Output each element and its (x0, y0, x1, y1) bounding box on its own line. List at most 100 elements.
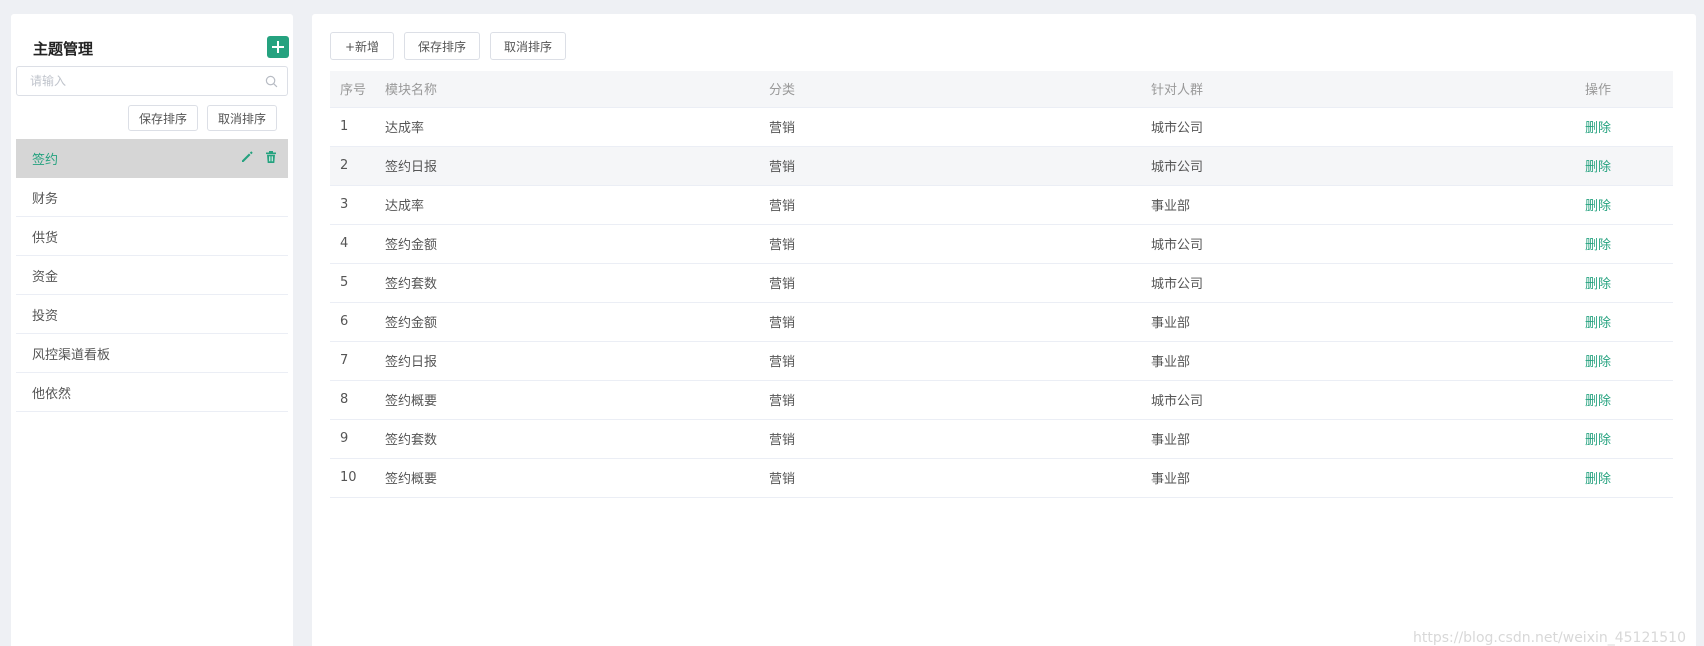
topic-item-label: 他依然 (32, 386, 72, 402)
trash-icon[interactable] (264, 150, 278, 164)
cell-name: 签约日报 (375, 341, 759, 381)
watermark: https://blog.csdn.net/weixin_45121510 (1412, 630, 1686, 646)
cell-category: 营销 (759, 146, 1141, 186)
cell-no: 6 (330, 302, 375, 342)
table-row: 8 签约概要 营销 城市公司 删除 (330, 380, 1673, 420)
plus-icon (272, 41, 284, 53)
cell-audience: 城市公司 (1141, 224, 1575, 264)
cell-audience: 事业部 (1141, 302, 1575, 342)
cell-category: 营销 (759, 458, 1141, 498)
delete-link[interactable]: 删除 (1585, 394, 1611, 409)
topic-item-label: 财务 (32, 191, 59, 207)
topic-item-risk-channel-board[interactable]: 风控渠道看板 (16, 334, 288, 373)
search-input[interactable] (17, 67, 287, 95)
cell-action: 删除 (1575, 419, 1673, 459)
topic-item-label: 资金 (32, 269, 59, 285)
cell-name: 签约套数 (375, 419, 759, 459)
cell-no: 4 (330, 224, 375, 264)
cell-category: 营销 (759, 185, 1141, 225)
sidebar-header: 主题管理 (11, 14, 293, 64)
topic-item-funds[interactable]: 资金 (16, 256, 288, 295)
cell-action: 删除 (1575, 107, 1673, 147)
add-topic-button[interactable] (267, 36, 289, 58)
delete-link[interactable]: 删除 (1585, 199, 1611, 214)
topic-item-other[interactable]: 他依然 (16, 373, 288, 412)
table-row: 4 签约金额 营销 城市公司 删除 (330, 224, 1673, 264)
delete-link[interactable]: 删除 (1585, 160, 1611, 175)
cell-no: 10 (330, 458, 375, 498)
cell-no: 2 (330, 146, 375, 186)
cell-action: 删除 (1575, 341, 1673, 381)
cell-audience: 事业部 (1141, 185, 1575, 225)
cell-name: 签约金额 (375, 302, 759, 342)
page: 主题管理 保存排序 取消排序 签约 (0, 0, 1704, 646)
cell-name: 签约金额 (375, 224, 759, 264)
delete-link[interactable]: 删除 (1585, 277, 1611, 292)
delete-link[interactable]: 删除 (1585, 355, 1611, 370)
topic-item-label: 风控渠道看板 (32, 347, 111, 363)
table-row: 5 签约套数 营销 城市公司 删除 (330, 263, 1673, 303)
column-header-action: 操作 (1575, 71, 1673, 108)
cell-no: 8 (330, 380, 375, 420)
cell-audience: 城市公司 (1141, 263, 1575, 303)
cell-name: 达成率 (375, 107, 759, 147)
cell-category: 营销 (759, 380, 1141, 420)
cancel-sort-button[interactable]: 取消排序 (490, 32, 566, 60)
save-sort-button[interactable]: 保存排序 (404, 32, 480, 60)
topic-actions (240, 150, 278, 164)
cell-category: 营销 (759, 302, 1141, 342)
topic-sidebar: 主题管理 保存排序 取消排序 签约 (11, 14, 293, 646)
table-row: 2 签约日报 营销 城市公司 删除 (330, 146, 1673, 186)
delete-link[interactable]: 删除 (1585, 238, 1611, 253)
table-row: 1 达成率 营销 城市公司 删除 (330, 107, 1673, 147)
table-row: 10 签约概要 营销 事业部 删除 (330, 458, 1673, 498)
cell-action: 删除 (1575, 146, 1673, 186)
topic-list: 签约 财务 供货 资金 投资 风控渠道看板 他依然 (16, 139, 288, 412)
cell-action: 删除 (1575, 302, 1673, 342)
topic-item-finance[interactable]: 财务 (16, 178, 288, 217)
table-row: 6 签约金额 营销 事业部 删除 (330, 302, 1673, 342)
topic-item-label: 签约 (32, 153, 59, 168)
module-table: 序号 模块名称 分类 针对人群 操作 1 达成率 营销 城市公司 删除 2 签约 (330, 71, 1673, 498)
table-header-row: 序号 模块名称 分类 针对人群 操作 (330, 71, 1673, 108)
column-header-audience: 针对人群 (1141, 71, 1575, 108)
cell-action: 删除 (1575, 380, 1673, 420)
module-panel: +新增 保存排序 取消排序 序号 模块名称 分类 针对人群 操作 1 达成率 营… (312, 14, 1696, 646)
topic-item-signing[interactable]: 签约 (16, 139, 288, 178)
cell-action: 删除 (1575, 185, 1673, 225)
cell-audience: 城市公司 (1141, 380, 1575, 420)
cell-no: 1 (330, 107, 375, 147)
topic-item-supply[interactable]: 供货 (16, 217, 288, 256)
cell-name: 签约日报 (375, 146, 759, 186)
cell-category: 营销 (759, 419, 1141, 459)
cell-audience: 城市公司 (1141, 146, 1575, 186)
cell-audience: 事业部 (1141, 419, 1575, 459)
delete-link[interactable]: 删除 (1585, 433, 1611, 448)
cell-category: 营销 (759, 224, 1141, 264)
sidebar-cancel-sort-button[interactable]: 取消排序 (207, 105, 277, 131)
column-header-category: 分类 (759, 71, 1141, 108)
cell-name: 签约套数 (375, 263, 759, 303)
cell-no: 9 (330, 419, 375, 459)
cell-category: 营销 (759, 341, 1141, 381)
cell-no: 7 (330, 341, 375, 381)
pencil-icon[interactable] (240, 150, 254, 164)
sidebar-save-sort-button[interactable]: 保存排序 (128, 105, 198, 131)
delete-link[interactable]: 删除 (1585, 472, 1611, 487)
topic-item-label: 供货 (32, 230, 59, 246)
cell-no: 3 (330, 185, 375, 225)
delete-link[interactable]: 删除 (1585, 316, 1611, 331)
add-module-button[interactable]: +新增 (330, 32, 394, 60)
cell-category: 营销 (759, 107, 1141, 147)
search-icon[interactable] (265, 75, 278, 88)
cell-name: 签约概要 (375, 380, 759, 420)
search-box (16, 66, 288, 96)
cell-action: 删除 (1575, 224, 1673, 264)
cell-audience: 城市公司 (1141, 107, 1575, 147)
delete-link[interactable]: 删除 (1585, 121, 1611, 136)
column-header-no: 序号 (330, 71, 375, 108)
table-row: 3 达成率 营销 事业部 删除 (330, 185, 1673, 225)
cell-audience: 事业部 (1141, 341, 1575, 381)
cell-no: 5 (330, 263, 375, 303)
topic-item-investment[interactable]: 投资 (16, 295, 288, 334)
